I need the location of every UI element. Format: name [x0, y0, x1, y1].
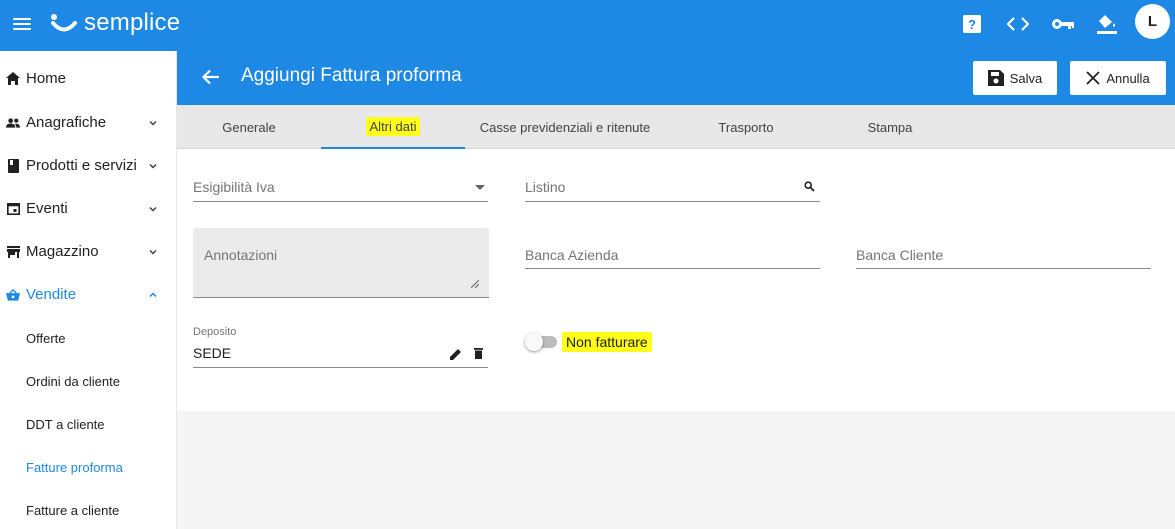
tab-bar: Generale Altri dati Casse previdenziali …	[177, 105, 1175, 149]
hamburger-menu-icon[interactable]	[10, 12, 34, 36]
sidebar-item-anagrafiche[interactable]: Anagrafiche	[0, 101, 176, 144]
delete-trash-icon[interactable]	[474, 348, 483, 359]
back-arrow-icon[interactable]	[199, 65, 223, 89]
app-name: semplice	[84, 9, 181, 36]
sidebar-item-magazzino[interactable]: Magazzino	[0, 230, 176, 273]
annotazioni-textarea[interactable]: Annotazioni	[193, 228, 489, 298]
tab-altri-dati[interactable]: Altri dati	[321, 105, 465, 149]
save-button[interactable]: Salva	[973, 61, 1057, 95]
resize-grip-icon[interactable]	[471, 280, 479, 288]
user-avatar[interactable]: L	[1135, 4, 1170, 39]
top-app-bar: semplice ? L	[0, 0, 1175, 51]
edit-pencil-icon[interactable]	[450, 348, 462, 360]
calendar-icon	[6, 202, 20, 216]
app-logo[interactable]: semplice	[50, 6, 180, 40]
book-icon	[6, 158, 20, 173]
non-fatturare-label[interactable]: Non fatturare	[562, 332, 652, 352]
sidebar-item-prodotti[interactable]: Prodotti e servizi	[0, 144, 176, 187]
close-icon	[1086, 71, 1100, 85]
form-panel: Esigibilità Iva Listino Annotazioni Banc…	[177, 149, 1175, 411]
help-icon[interactable]: ?	[959, 11, 985, 37]
dropdown-arrow-icon	[475, 185, 485, 190]
smile-logo-icon	[51, 14, 77, 32]
esigibilita-iva-select[interactable]: Esigibilità Iva	[193, 171, 488, 202]
sidebar: Home Anagrafiche Prodotti e servizi Even…	[0, 51, 177, 529]
people-icon	[6, 116, 20, 130]
tab-generale[interactable]: Generale	[177, 105, 321, 149]
chevron-down-icon	[149, 206, 157, 212]
non-fatturare-toggle[interactable]	[525, 333, 559, 351]
deposito-label: Deposito	[193, 326, 237, 338]
sidebar-item-home[interactable]: Home	[0, 57, 176, 100]
sidebar-subitem-offerte[interactable]: Offerte	[0, 317, 176, 360]
home-icon	[6, 72, 20, 86]
deposito-field[interactable]: Deposito SEDE	[193, 326, 488, 368]
tab-trasporto[interactable]: Trasporto	[677, 105, 815, 149]
chevron-down-icon	[149, 249, 157, 255]
search-icon[interactable]	[804, 181, 815, 192]
banca-cliente-field[interactable]: Banca Cliente	[856, 239, 1151, 269]
deposito-value: SEDE	[193, 345, 232, 361]
sidebar-item-eventi[interactable]: Eventi	[0, 187, 176, 230]
page-title: Aggiungi Fattura proforma	[241, 65, 462, 86]
tab-stampa[interactable]: Stampa	[821, 105, 959, 149]
sidebar-subitem-ddt[interactable]: DDT a cliente	[0, 403, 176, 446]
paint-bucket-icon[interactable]	[1094, 11, 1120, 37]
sidebar-subitem-fatture-cliente[interactable]: Fatture a cliente	[0, 489, 176, 529]
listino-field[interactable]: Listino	[525, 171, 820, 202]
sidebar-item-vendite[interactable]: Vendite	[0, 273, 176, 316]
store-icon	[6, 245, 20, 259]
sidebar-subitem-fatture-proforma[interactable]: Fatture proforma	[0, 446, 176, 489]
chevron-up-icon	[149, 291, 157, 297]
basket-icon	[6, 288, 20, 302]
floppy-disk-icon	[987, 70, 1004, 86]
chevron-down-icon	[149, 120, 157, 126]
sidebar-subitem-ordini[interactable]: Ordini da cliente	[0, 360, 176, 403]
chevron-down-icon	[149, 163, 157, 169]
page-header: Aggiungi Fattura proforma Salva Annulla	[177, 51, 1175, 105]
banca-azienda-field[interactable]: Banca Azienda	[525, 239, 820, 269]
code-icon[interactable]	[1005, 11, 1031, 37]
tab-casse-previdenziali[interactable]: Casse previdenziali e ritenute	[465, 105, 665, 149]
key-icon[interactable]	[1050, 11, 1076, 37]
cancel-button[interactable]: Annulla	[1070, 61, 1166, 95]
